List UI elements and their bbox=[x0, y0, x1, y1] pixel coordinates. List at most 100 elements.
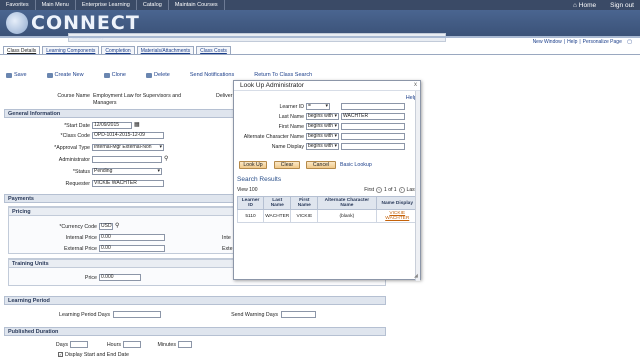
tab-materials-attachments[interactable]: Materials/Attachments bbox=[136, 46, 195, 54]
delete-button[interactable]: Delete bbox=[145, 72, 170, 78]
send-warning-days-field[interactable] bbox=[281, 311, 316, 318]
calendar-icon[interactable]: ▦ bbox=[134, 121, 140, 128]
delete-label: Delete bbox=[153, 72, 170, 78]
resize-handle-icon[interactable]: ◢ bbox=[414, 273, 419, 279]
minutes-label: Minutes bbox=[157, 342, 176, 348]
alternate-name-operator[interactable]: begins with bbox=[306, 133, 339, 140]
col-name-display[interactable]: Name Display bbox=[375, 196, 420, 210]
save-label: Save bbox=[14, 72, 27, 78]
published-duration-header: Published Duration bbox=[4, 327, 386, 336]
prev-icon[interactable]: ‹ bbox=[376, 187, 383, 193]
page-tabs: Class Details Learning Components Comple… bbox=[3, 46, 231, 54]
send-notifications-label: Send Notifications bbox=[189, 72, 235, 78]
create-new-button[interactable]: Create New bbox=[46, 72, 84, 78]
name-display-input[interactable] bbox=[341, 143, 405, 150]
col-learner-id[interactable]: Learner ID bbox=[236, 196, 265, 210]
col-last-name[interactable]: Last Name bbox=[263, 196, 292, 210]
external-partial-label: Exte bbox=[222, 246, 233, 252]
last-name-label: Last Name bbox=[278, 114, 304, 120]
training-price-field[interactable]: 0.000 bbox=[99, 274, 141, 281]
new-window-link[interactable]: New Window bbox=[531, 39, 564, 45]
days-field[interactable] bbox=[70, 341, 88, 348]
status-select[interactable]: Pending bbox=[92, 168, 162, 175]
page-range: 1 of 1 bbox=[384, 187, 397, 193]
next-icon[interactable]: › bbox=[398, 187, 405, 193]
nav-enterprise-learning[interactable]: Enterprise Learning bbox=[76, 0, 137, 10]
view-100-link[interactable]: View 100 bbox=[237, 187, 257, 193]
expand-icon[interactable]: ▢ bbox=[625, 39, 634, 45]
internal-price-field[interactable]: 0.00 bbox=[99, 234, 165, 241]
modal-scrollbar[interactable] bbox=[415, 91, 420, 281]
home-label: Home bbox=[578, 1, 597, 9]
minutes-field[interactable] bbox=[178, 341, 192, 348]
lookup-search-icon[interactable]: ⚲ bbox=[164, 155, 168, 162]
administrator-field[interactable] bbox=[92, 156, 162, 163]
last-name-operator[interactable]: begins with bbox=[306, 113, 339, 120]
basic-lookup-link[interactable]: Basic Lookup bbox=[340, 162, 372, 168]
sign-out-link[interactable]: Sign out bbox=[610, 2, 634, 9]
col-alternate-name[interactable]: Alternate Character Name bbox=[317, 196, 377, 210]
cell-name-display[interactable]: VICKIE WACHTER bbox=[375, 209, 420, 223]
create-new-label: Create New bbox=[54, 72, 84, 78]
start-date-field[interactable]: 12/09/2015 bbox=[92, 122, 132, 129]
requester-field[interactable]: VICKIE WACHTER bbox=[92, 180, 164, 187]
return-to-class-search-button[interactable]: Return To Class Search bbox=[254, 72, 312, 78]
cell-first-name[interactable]: VICKIE bbox=[290, 209, 319, 223]
nav-catalog[interactable]: Catalog bbox=[137, 0, 169, 10]
help-link[interactable]: Help bbox=[565, 39, 579, 45]
first-link[interactable]: First bbox=[364, 187, 374, 193]
nav-main-menu[interactable]: Main Menu bbox=[36, 0, 76, 10]
personalize-page-link[interactable]: Personalize Page bbox=[581, 39, 624, 45]
last-name-input[interactable]: WACHTER bbox=[341, 113, 405, 120]
learner-id-label: Learner ID bbox=[279, 104, 304, 110]
top-nav-bar: Favorites Main Menu Enterprise Learning … bbox=[0, 0, 640, 10]
learner-id-operator[interactable]: = bbox=[306, 103, 330, 110]
first-name-operator[interactable]: begins with bbox=[306, 123, 339, 130]
delete-icon bbox=[145, 72, 152, 78]
home-icon: ⌂ bbox=[573, 1, 577, 9]
external-price-label: External Price bbox=[64, 246, 97, 252]
learner-id-input[interactable] bbox=[341, 103, 405, 110]
look-up-button[interactable]: Look Up bbox=[239, 161, 267, 169]
cell-learner-id[interactable]: 5110 bbox=[236, 209, 265, 223]
clone-button[interactable]: Clone bbox=[103, 72, 126, 78]
clone-icon bbox=[103, 72, 110, 78]
class-code-label: *Class Code bbox=[60, 133, 90, 139]
tab-class-costs[interactable]: Class Costs bbox=[196, 46, 231, 54]
tab-completion[interactable]: Completion bbox=[101, 46, 135, 54]
training-price-label: Price bbox=[84, 275, 97, 281]
results-pager: First ‹ 1 of 1 › Last bbox=[364, 187, 416, 193]
cell-alternate-name[interactable]: (blank) bbox=[317, 209, 377, 223]
name-display-operator[interactable]: begins with bbox=[306, 143, 339, 150]
start-date-label: *Start Date bbox=[64, 123, 90, 129]
nav-maintain-courses[interactable]: Maintain Courses bbox=[169, 0, 225, 10]
tab-learning-components[interactable]: Learning Components bbox=[42, 46, 100, 54]
col-first-name[interactable]: First Name bbox=[290, 196, 319, 210]
table-row[interactable]: 5110 WACHTER VICKIE (blank) VICKIE WACHT… bbox=[236, 209, 420, 223]
cancel-button[interactable]: Cancel bbox=[306, 161, 336, 169]
cell-last-name[interactable]: WACHTER bbox=[263, 209, 292, 223]
approval-type-select[interactable]: Internal-Mgr External-Non bbox=[92, 144, 164, 151]
close-icon[interactable]: x bbox=[414, 82, 417, 88]
nav-favorites[interactable]: Favorites bbox=[0, 0, 36, 10]
class-code-field[interactable]: OPD-1014-2015-12-09 bbox=[92, 132, 164, 139]
home-link[interactable]: ⌂ Home bbox=[573, 2, 596, 9]
first-name-input[interactable] bbox=[341, 123, 405, 130]
alternate-name-input[interactable] bbox=[341, 133, 405, 140]
currency-search-icon[interactable]: ⚲ bbox=[115, 222, 119, 229]
clear-button[interactable]: Clear bbox=[274, 161, 300, 169]
send-notifications-button[interactable]: Send Notifications bbox=[190, 72, 234, 78]
learning-period-header: Learning Period bbox=[4, 296, 386, 305]
display-start-end-checkbox[interactable]: ✓ bbox=[58, 352, 63, 357]
tab-class-details[interactable]: Class Details bbox=[3, 46, 41, 54]
save-button[interactable]: Save bbox=[6, 72, 27, 78]
external-price-field[interactable]: 0.00 bbox=[99, 245, 165, 252]
app-header: CONNECT Maryland Judiciary bbox=[0, 10, 640, 42]
logo-mark-icon bbox=[6, 12, 28, 34]
currency-code-label: *Currency Code bbox=[59, 224, 97, 230]
delivery-label: Deliver bbox=[216, 93, 233, 99]
learning-period-days-field[interactable] bbox=[113, 311, 161, 318]
connect-logo: CONNECT Maryland Judiciary bbox=[6, 12, 446, 42]
hours-field[interactable] bbox=[123, 341, 141, 348]
currency-code-field[interactable]: USD bbox=[99, 223, 113, 230]
